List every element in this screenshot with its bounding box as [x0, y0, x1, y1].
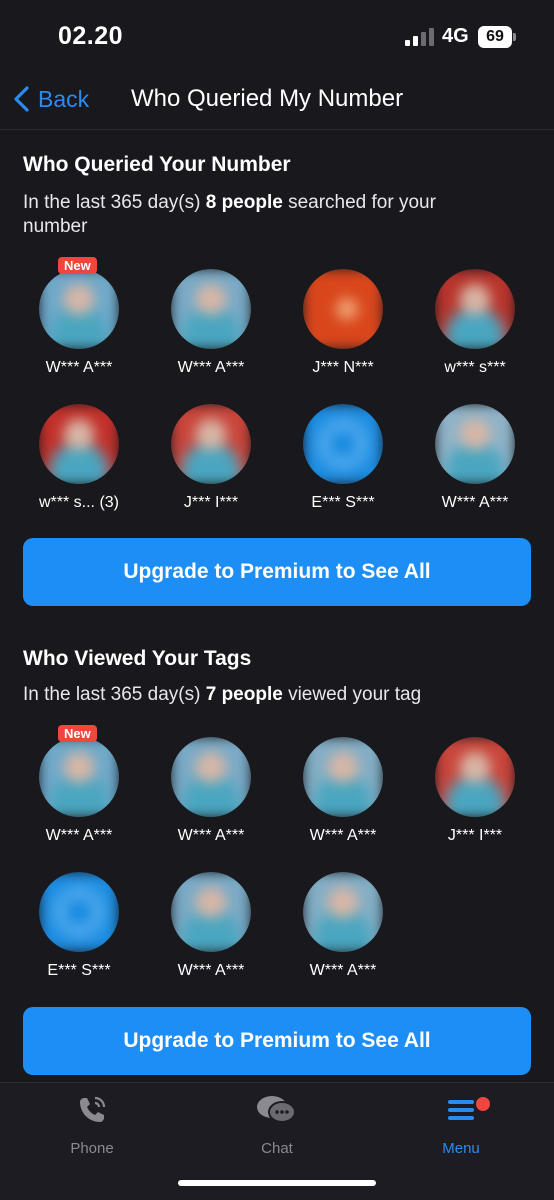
avatar [39, 269, 119, 349]
person-name: W*** A*** [177, 359, 245, 376]
avatar [171, 269, 251, 349]
new-badge: New [58, 257, 97, 274]
tab-menu-label: Menu [442, 1140, 480, 1157]
queried-section: Who Queried Your Number In the last 365 … [23, 153, 533, 239]
nav-bar: Back Who Queried My Number [0, 72, 554, 130]
avatar [303, 872, 383, 952]
notification-dot [476, 1097, 490, 1111]
person-item[interactable]: J*** N*** [288, 269, 398, 384]
viewed-title: Who Viewed Your Tags [23, 647, 252, 670]
person-item[interactable]: W*** A*** [156, 737, 266, 852]
person-item[interactable]: New W*** A*** [24, 725, 134, 852]
chat-icon [257, 1096, 296, 1123]
avatar [303, 269, 383, 349]
tab-chat[interactable]: Chat [222, 1093, 332, 1157]
status-time: 02.20 [58, 22, 124, 50]
person-name: W*** A*** [45, 359, 113, 376]
person-item[interactable]: J*** I*** [156, 404, 266, 519]
battery-icon: 69 [478, 26, 516, 48]
avatar [435, 269, 515, 349]
person-name: W*** A*** [177, 962, 245, 979]
tab-phone-label: Phone [70, 1140, 114, 1157]
person-name: w*** s... (3) [38, 494, 119, 511]
person-name: W*** A*** [177, 827, 245, 844]
tab-menu[interactable]: Menu [406, 1093, 516, 1157]
avatar [171, 872, 251, 952]
person-name: J*** I*** [183, 494, 239, 511]
status-bar: 02.20 4G 69 [0, 0, 554, 72]
person-name: J*** N*** [312, 359, 374, 376]
person-item[interactable]: W*** A*** [420, 404, 530, 519]
phone-icon [80, 1096, 106, 1122]
queried-description: In the last 365 day(s) 8 people searched… [23, 192, 436, 237]
upgrade-premium-button-2[interactable]: Upgrade to Premium to See All [23, 1007, 531, 1075]
avatar [39, 872, 119, 952]
avatar [39, 737, 119, 817]
person-item[interactable]: W*** A*** [288, 737, 398, 852]
battery-level: 69 [478, 26, 512, 48]
person-item[interactable]: W*** A*** [288, 872, 398, 987]
person-item[interactable]: W*** A*** [156, 269, 266, 384]
person-name: W*** A*** [45, 827, 113, 844]
queried-title: Who Queried Your Number [23, 153, 291, 176]
signal-icon [405, 28, 434, 46]
home-indicator [178, 1180, 376, 1186]
tab-phone[interactable]: Phone [37, 1093, 147, 1157]
person-item[interactable]: w*** s... (3) [24, 404, 134, 519]
person-item[interactable]: J*** I*** [420, 737, 530, 852]
person-name: W*** A*** [309, 962, 377, 979]
back-label: Back [38, 85, 90, 112]
avatar [303, 737, 383, 817]
person-item[interactable]: w*** s*** [420, 269, 530, 384]
viewed-description: In the last 365 day(s) 7 people viewed y… [23, 684, 422, 705]
network-type: 4G [442, 25, 469, 47]
person-item[interactable]: New W*** A*** [24, 257, 134, 384]
avatar [171, 404, 251, 484]
avatar [39, 404, 119, 484]
person-item[interactable]: E*** S*** [288, 404, 398, 519]
person-item[interactable]: W*** A*** [156, 872, 266, 987]
tab-chat-label: Chat [261, 1140, 293, 1157]
person-name: E*** S*** [47, 962, 111, 979]
avatar [303, 404, 383, 484]
upgrade-premium-button[interactable]: Upgrade to Premium to See All [23, 538, 531, 606]
person-name: W*** A*** [309, 827, 377, 844]
person-name: w*** s*** [444, 359, 506, 376]
new-badge: New [58, 725, 97, 742]
viewed-section: Who Viewed Your Tags In the last 365 day… [23, 647, 533, 707]
avatar [435, 737, 515, 817]
menu-icon [448, 1100, 474, 1120]
back-button[interactable]: Back [12, 82, 89, 116]
avatar [171, 737, 251, 817]
page-title: Who Queried My Number [131, 85, 404, 112]
person-name: W*** A*** [441, 494, 509, 511]
person-item[interactable]: E*** S*** [24, 872, 134, 987]
person-name: E*** S*** [311, 494, 375, 511]
person-name: J*** I*** [447, 827, 503, 844]
avatar [435, 404, 515, 484]
chevron-left-icon [14, 86, 29, 112]
